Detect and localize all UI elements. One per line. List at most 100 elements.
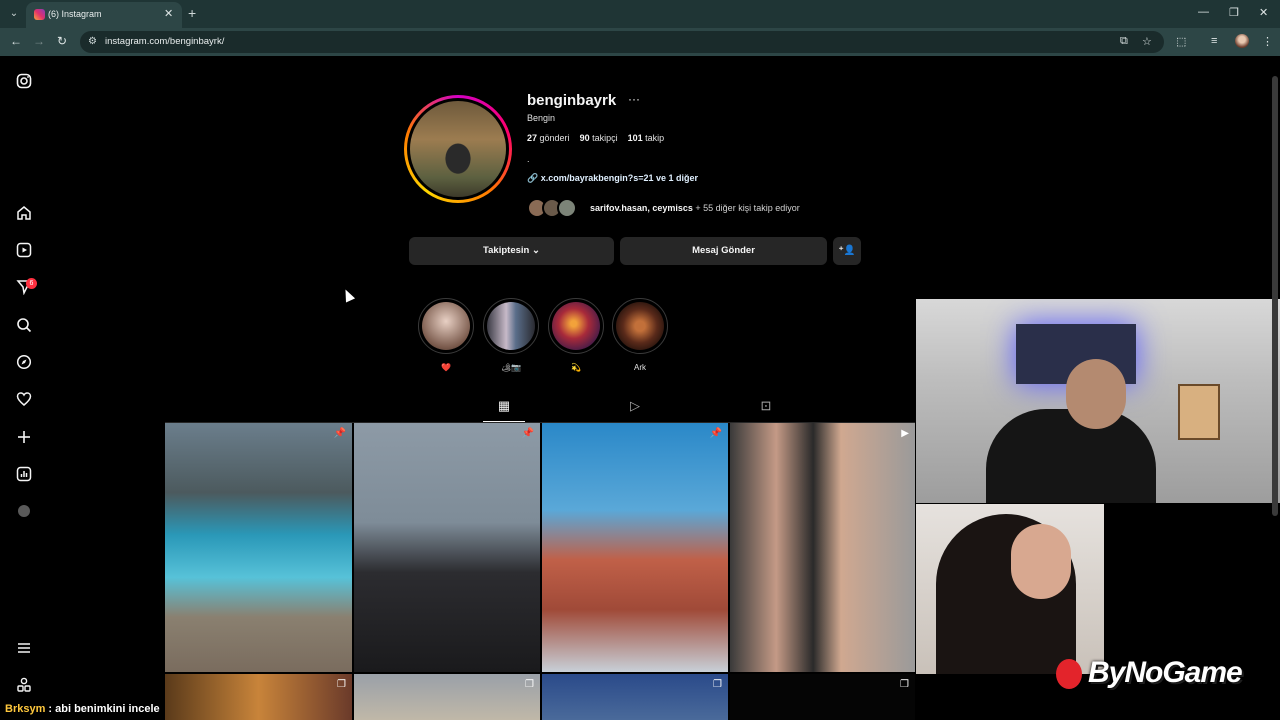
follower-avatar	[557, 198, 577, 218]
site-info-icon[interactable]: ⚙	[88, 36, 97, 47]
message-button[interactable]: Mesaj Gönder	[620, 237, 827, 265]
followed-by-avatars[interactable]	[527, 198, 585, 218]
tab-search-icon[interactable]: ≡	[1211, 35, 1217, 47]
guest-face	[1011, 524, 1071, 599]
post-thumbnail[interactable]: ▶	[730, 423, 915, 672]
browser-menu-icon[interactable]: ⋮	[1262, 35, 1273, 48]
browser-tab[interactable]: (6) Instagram ✕	[26, 2, 182, 28]
browser-profile-avatar[interactable]	[1235, 34, 1249, 48]
dashboard-icon[interactable]	[15, 466, 33, 484]
url-text: instagram.com/benginbayrk/	[105, 36, 225, 47]
scrollbar-thumb[interactable]	[1272, 76, 1278, 516]
guest-webcam	[916, 504, 1104, 674]
address-bar[interactable]: ⚙ instagram.com/benginbayrk/ ⧉ ☆	[80, 31, 1164, 53]
webcam-background-painting	[1178, 384, 1220, 440]
create-plus-icon[interactable]	[15, 429, 33, 447]
minimize-icon[interactable]: —	[1198, 6, 1209, 18]
highlight-cover	[552, 302, 600, 350]
reels-icon[interactable]	[15, 242, 33, 260]
webcam-face	[1066, 359, 1126, 429]
new-tab-icon[interactable]: +	[188, 5, 196, 21]
more-menu-icon[interactable]	[15, 640, 33, 658]
bynogame-logo: ByNoGame	[1056, 656, 1243, 690]
streamer-webcam	[916, 299, 1280, 503]
highlight-label: 💫	[571, 363, 581, 372]
tab-title: (6) Instagram	[48, 9, 102, 19]
reel-icon: ▶	[901, 428, 909, 439]
home-icon[interactable]	[15, 205, 33, 223]
profile-full-name: Bengin	[527, 113, 556, 123]
notification-badge: 6	[26, 278, 37, 289]
carousel-icon: ❐	[337, 679, 346, 690]
pinned-icon: 📌	[333, 428, 346, 439]
forward-icon[interactable]: →	[33, 34, 45, 48]
profile-bio: .	[527, 154, 530, 164]
profile-avatar-story-ring[interactable]	[404, 95, 512, 203]
carousel-icon: ❐	[900, 679, 909, 690]
followers-stat[interactable]: 90 takipçi	[580, 133, 618, 143]
carousel-icon: ❐	[525, 679, 534, 690]
browser-tab-bar: ⌄ (6) Instagram ✕ + — ❐ ✕	[0, 0, 1280, 28]
bookmark-star-icon[interactable]: ☆	[1142, 35, 1152, 48]
posts-stat: 27 gönderi	[527, 133, 570, 143]
following-stat[interactable]: 101 takip	[628, 133, 665, 143]
instagram-logo-icon[interactable]	[15, 73, 33, 91]
install-app-icon[interactable]: ⧉	[1120, 35, 1128, 48]
stream-chat-message: Brksym : abi benimkini incele	[0, 700, 165, 720]
story-highlight[interactable]: 💫	[548, 298, 604, 373]
close-tab-icon[interactable]: ✕	[164, 7, 173, 20]
pinned-icon: 📌	[709, 428, 722, 439]
profile-link-text: x.com/bayrakbengin?s=21 ve 1 diğer	[540, 173, 699, 183]
profile-username: benginbayrk	[527, 92, 617, 109]
browser-toolbar: ← → ↻ ⚙ instagram.com/benginbayrk/ ⧉ ☆ ⬚…	[0, 28, 1280, 56]
chat-username: Brksym	[5, 703, 46, 715]
back-icon[interactable]: ←	[10, 34, 22, 48]
explore-compass-icon[interactable]	[15, 354, 33, 372]
tab-tagged-icon[interactable]: ⊡	[745, 398, 787, 414]
search-icon[interactable]	[15, 317, 33, 335]
profile-avatar-icon[interactable]	[15, 503, 33, 521]
post-thumbnail[interactable]: 📌	[165, 423, 352, 672]
instagram-favicon-icon	[34, 9, 45, 20]
post-thumbnail[interactable]: 📌	[354, 423, 540, 672]
tab-posts-grid-icon[interactable]: ▦	[483, 398, 525, 422]
link-icon: 🔗	[527, 173, 539, 183]
carousel-icon: ❐	[713, 679, 722, 690]
tab-search-icon[interactable]: ⌄	[6, 6, 22, 22]
story-highlight[interactable]: 🏕📷	[483, 298, 539, 373]
chevron-down-icon: ⌄	[531, 245, 540, 256]
more-options-icon[interactable]: ···	[628, 92, 640, 106]
post-thumbnail[interactable]: ❐	[354, 674, 540, 720]
followed-by-text[interactable]: sarifov.hasan, ceymiscs + 55 diğer kişi …	[590, 203, 800, 213]
chat-text: : abi benimkini incele	[45, 703, 160, 715]
profile-avatar	[410, 101, 506, 197]
story-highlight[interactable]: ❤️	[418, 298, 474, 373]
post-thumbnail[interactable]: ❐	[542, 674, 728, 720]
story-highlight[interactable]: Ark	[612, 298, 668, 373]
highlight-label: ❤️	[441, 363, 451, 372]
extensions-icon[interactable]: ⬚	[1176, 35, 1186, 48]
notifications-heart-icon[interactable]	[15, 391, 33, 409]
webcam-person	[986, 409, 1156, 503]
suggest-people-icon[interactable]: ⁺👤	[833, 237, 861, 265]
highlight-label: 🏕📷	[500, 363, 522, 372]
pinned-icon: 📌	[521, 428, 534, 439]
following-button[interactable]: Takiptesin ⌄	[409, 237, 614, 265]
close-window-icon[interactable]: ✕	[1259, 6, 1268, 19]
post-thumbnail[interactable]: ❐	[730, 674, 915, 720]
reload-icon[interactable]: ↻	[57, 34, 67, 48]
post-thumbnail[interactable]: ❐	[165, 674, 352, 720]
highlight-cover	[422, 302, 470, 350]
profile-stats: 27 gönderi 90 takipçi 101 takip	[527, 133, 664, 143]
highlight-label: Ark	[634, 363, 646, 372]
profile-link[interactable]: 🔗 x.com/bayrakbengin?s=21 ve 1 diğer	[527, 173, 698, 184]
also-from-meta-icon[interactable]	[15, 677, 33, 695]
instagram-page: 6 benginbayrk ··· Bengin 27 gönderi 90 t…	[0, 56, 1280, 720]
highlight-cover	[616, 302, 664, 350]
bynogame-logo-mark	[1056, 659, 1082, 690]
restore-icon[interactable]: ❐	[1229, 6, 1239, 19]
page-scrollbar[interactable]	[1272, 62, 1278, 702]
highlight-cover	[487, 302, 535, 350]
tab-reels-icon[interactable]: ▷	[614, 398, 656, 414]
post-thumbnail[interactable]: 📌	[542, 423, 728, 672]
